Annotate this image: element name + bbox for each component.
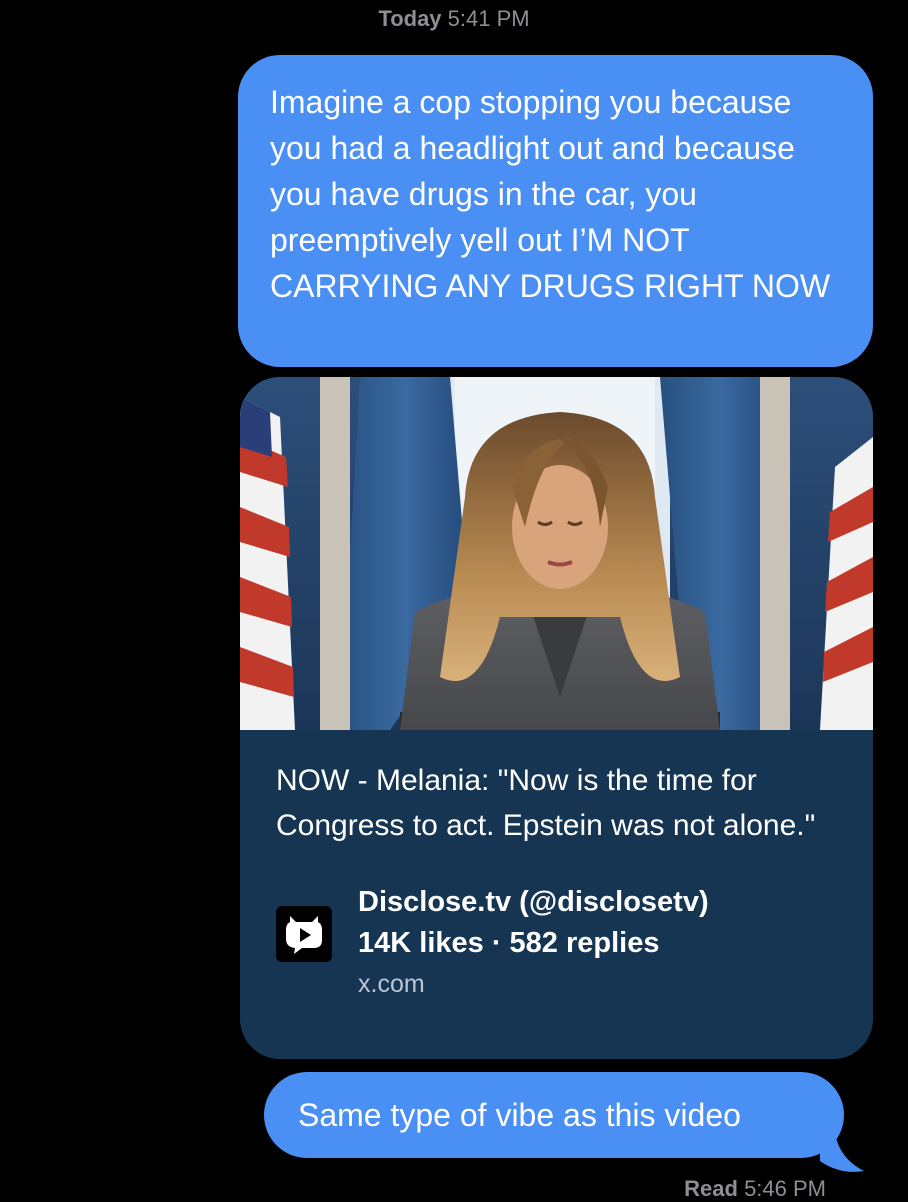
source-name: Disclose.tv (@disclosetv) [358,886,709,918]
link-source-text: Disclose.tv (@disclosetv) 14K likes · 58… [358,882,709,1004]
timestamp-day: Today [378,6,442,31]
link-preview-image [240,377,873,730]
thread-timestamp: Today 5:41 PM [0,6,908,32]
bubble-tail-icon [820,1125,864,1172]
timestamp-time: 5:41 PM [447,6,530,31]
video-thumbnail-illustration [240,377,873,730]
read-time: 5:46 PM [744,1176,826,1201]
link-preview-body: NOW - Melania: "Now is the time for Cong… [240,730,873,1002]
source-stats: 14K likes · 582 replies [358,927,660,959]
message-text: Same type of vibe as this video [298,1097,741,1133]
source-domain: x.com [358,970,425,998]
link-preview-card[interactable]: NOW - Melania: "Now is the time for Cong… [240,377,873,1059]
outgoing-message-bubble[interactable]: Imagine a cop stopping you because you h… [238,55,873,367]
link-preview-title: NOW - Melania: "Now is the time for Cong… [276,764,816,842]
disclose-tv-logo-icon [276,906,332,962]
read-label: Read [684,1176,738,1201]
message-text: Imagine a cop stopping you because you h… [270,84,831,304]
read-receipt: Read 5:46 PM [684,1176,826,1202]
link-source-row: Disclose.tv (@disclosetv) 14K likes · 58… [276,882,843,1002]
outgoing-message-bubble-last[interactable]: Same type of vibe as this video [264,1072,844,1158]
